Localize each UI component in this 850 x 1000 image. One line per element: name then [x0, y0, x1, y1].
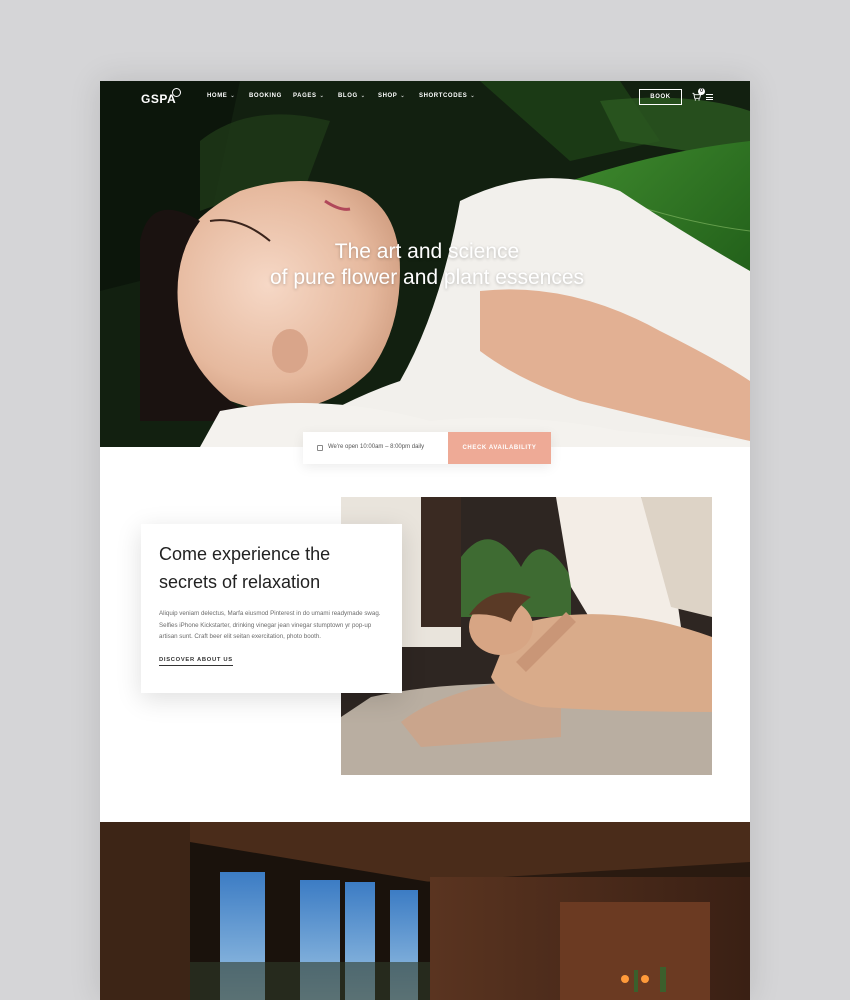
- chevron-down-icon: ⌄: [400, 93, 406, 99]
- nav-item-label: BOOKING: [249, 93, 282, 99]
- chevron-down-icon: ⌄: [470, 93, 476, 99]
- about-heading: Come experience the secrets of relaxatio…: [159, 540, 379, 596]
- website-page: GSPA HOME ⌄ BOOKING PAGES ⌄ BLOG ⌄ SHOP ⌄ SH…: [100, 81, 750, 1000]
- spa-room-image: [100, 822, 750, 1000]
- top-navigation: GSPA HOME ⌄ BOOKING PAGES ⌄ BLOG ⌄ SHOP ⌄ SH…: [100, 81, 750, 113]
- nav-item-label: SHORTCODES: [419, 93, 468, 99]
- cart-count-badge: 0: [698, 88, 705, 95]
- menu-icon[interactable]: [706, 94, 713, 100]
- nav-item-label: BLOG: [338, 93, 358, 99]
- book-button[interactable]: BOOK: [639, 89, 682, 105]
- discover-about-link[interactable]: DISCOVER ABOUT US: [159, 657, 233, 666]
- hero-title: The art and science of pure flower and p…: [100, 239, 750, 291]
- spa-room-section: [100, 822, 750, 1000]
- chevron-down-icon: ⌄: [360, 93, 366, 99]
- check-availability-button[interactable]: CHECK AVAILABILITY: [448, 432, 551, 464]
- booking-bar: We're open 10:00am – 8:00pm daily CHECK …: [303, 432, 551, 464]
- nav-item-label: HOME: [207, 93, 228, 99]
- hero-title-line: The art and science: [334, 240, 520, 263]
- nav-item-label: PAGES: [293, 93, 317, 99]
- nav-item-shop[interactable]: SHOP ⌄: [378, 93, 405, 99]
- nav-item-shortcodes[interactable]: SHORTCODES ⌄: [419, 93, 475, 99]
- logo-mark-icon: [172, 88, 181, 97]
- about-heading-line: secrets of relaxation: [159, 572, 321, 592]
- nav-item-home[interactable]: HOME ⌄: [207, 93, 235, 99]
- hero-title-line: of pure flower and plant essences: [269, 266, 585, 289]
- about-heading-line: Come experience the: [159, 544, 331, 564]
- nav-item-blog[interactable]: BLOG ⌄: [338, 93, 366, 99]
- about-paragraph: Aliquip veniam delectus, Marfa eiusmod P…: [159, 610, 381, 640]
- about-card: Come experience the secrets of relaxatio…: [141, 524, 402, 693]
- hero-section: GSPA HOME ⌄ BOOKING PAGES ⌄ BLOG ⌄ SHOP ⌄ SH…: [100, 81, 750, 447]
- calendar-icon: [317, 445, 323, 451]
- chevron-down-icon: ⌄: [319, 93, 325, 99]
- site-logo[interactable]: GSPA: [141, 92, 176, 106]
- chevron-down-icon: ⌄: [230, 93, 236, 99]
- opening-hours: We're open 10:00am – 8:00pm daily: [328, 444, 425, 450]
- nav-item-booking[interactable]: BOOKING: [249, 93, 282, 99]
- nav-item-pages[interactable]: PAGES ⌄: [293, 93, 324, 99]
- nav-item-label: SHOP: [378, 93, 398, 99]
